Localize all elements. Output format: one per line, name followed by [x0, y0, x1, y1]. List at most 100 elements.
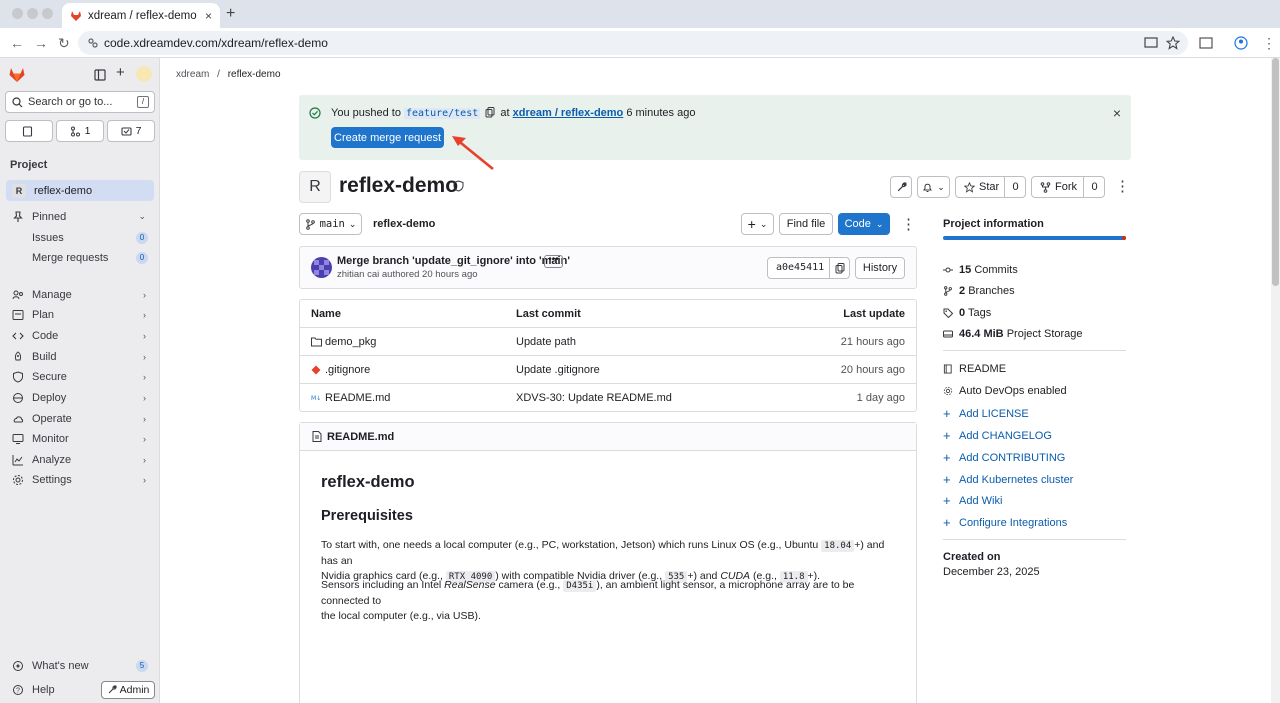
browser-tab[interactable]: xdream / reflex-demo · GitLab × — [62, 3, 220, 28]
file-commit-link[interactable]: XDVS-30: Update README.md — [516, 392, 672, 404]
push-alert: You pushed to feature/test at xdream / r… — [299, 95, 1131, 160]
repo-path-link[interactable]: reflex-demo — [373, 218, 435, 230]
sidebar-item-build[interactable]: Build › — [6, 346, 154, 367]
stat-storage[interactable]: 46.4 MiB Project Storage — [943, 328, 1083, 340]
sidebar-item-label: Deploy — [32, 391, 67, 404]
code-dropdown-button[interactable]: Code ⌄ — [838, 213, 890, 235]
copy-icon[interactable] — [485, 107, 495, 118]
forward-icon[interactable]: → — [34, 35, 48, 51]
file-commit-link[interactable]: Update .gitignore — [516, 364, 600, 376]
star-button[interactable]: Star 0 — [955, 176, 1026, 198]
alert-at: at — [500, 107, 510, 119]
cast-icon[interactable] — [1144, 36, 1158, 50]
author-avatar[interactable] — [311, 257, 332, 278]
breadcrumb-project-link[interactable]: reflex-demo — [228, 69, 281, 80]
admin-button[interactable]: Admin — [101, 681, 155, 699]
close-icon[interactable]: × — [1113, 105, 1121, 121]
find-file-button[interactable]: Find file — [779, 213, 833, 235]
branch-name: main — [319, 218, 345, 230]
sidebar-item-secure[interactable]: Secure › — [6, 366, 154, 387]
new-tab-button[interactable]: + — [226, 5, 235, 23]
add-changelog-link[interactable]: + Add CHANGELOG — [943, 428, 1052, 443]
sidebar-item-code[interactable]: Code › — [6, 325, 154, 346]
notifications-button[interactable]: ⌄ — [917, 176, 950, 198]
add-file-dropdown[interactable]: + ⌄ — [741, 213, 774, 235]
commit-message-link[interactable]: Merge branch 'update_git_ignore' into 'm… — [337, 255, 570, 267]
file-name-link[interactable]: demo_pkg — [325, 336, 376, 348]
create-merge-request-button[interactable]: Create merge request — [331, 127, 444, 148]
add-contributing-link[interactable]: + Add CONTRIBUTING — [943, 450, 1065, 465]
search-field[interactable]: Search or go to... / — [5, 91, 155, 113]
stat-branches[interactable]: 2 Branches — [943, 285, 1015, 297]
browser-menu-icon[interactable]: ⋮ — [1262, 35, 1276, 52]
table-row[interactable]: .gitignore Update .gitignore 20 hours ag… — [300, 356, 916, 384]
stat-label: Project Storage — [1006, 328, 1083, 340]
admin-wrench-button[interactable] — [890, 176, 912, 198]
create-new-icon[interactable]: + — [116, 64, 125, 81]
branch-selector[interactable]: main ⌄ — [299, 213, 362, 235]
chevron-right-icon: › — [143, 371, 146, 382]
stat-commits[interactable]: 15 Commits — [943, 264, 1018, 276]
table-row[interactable]: M↓ README.md XDVS-30: Update README.md 1… — [300, 384, 916, 412]
sidebar-item-help[interactable]: ? Help — [6, 679, 86, 700]
stat-tags[interactable]: 0 Tags — [943, 307, 991, 319]
add-license-link[interactable]: + Add LICENSE — [943, 406, 1029, 421]
sidebar-section-pinned[interactable]: Pinned ⌄ — [6, 206, 154, 227]
fork-button[interactable]: Fork 0 — [1031, 176, 1105, 198]
sidebar-item-plan[interactable]: Plan › — [6, 304, 154, 325]
commit-meta: zhitian cai authored 20 hours ago — [337, 269, 478, 280]
sidebar-item-analyze[interactable]: Analyze › — [6, 449, 154, 470]
sidebar-item-monitor[interactable]: Monitor › — [6, 428, 154, 449]
profile-icon[interactable] — [1234, 36, 1248, 50]
url-field[interactable]: code.xdreamdev.com/xdream/reflex-demo — [78, 31, 1188, 55]
history-button[interactable]: History — [855, 257, 905, 279]
commit-expand-button[interactable]: ••• — [544, 255, 563, 268]
sidebar-item-settings[interactable]: Settings › — [6, 469, 154, 490]
copy-sha-button[interactable] — [829, 258, 850, 278]
file-commit-link[interactable]: Update path — [516, 336, 576, 348]
table-row[interactable]: demo_pkg Update path 21 hours ago — [300, 328, 916, 356]
tab-search-icon[interactable] — [1199, 36, 1213, 50]
add-wiki-link[interactable]: + Add Wiki — [943, 493, 1002, 508]
bookmark-star-icon[interactable] — [1166, 36, 1180, 50]
breadcrumb-group-link[interactable]: xdream — [176, 69, 209, 80]
page-scrollbar[interactable] — [1271, 58, 1280, 703]
assigned-issues-button[interactable] — [5, 120, 53, 142]
todos-button[interactable]: 7 — [107, 120, 155, 142]
window-maximize-button[interactable] — [42, 8, 53, 19]
gitlab-logo-icon[interactable] — [8, 66, 26, 84]
readme-link[interactable]: README — [943, 363, 1006, 375]
readme-filename-link[interactable]: README.md — [327, 431, 394, 443]
site-info-icon[interactable] — [87, 37, 99, 49]
sidebar-item-issues[interactable]: Issues 0 — [6, 227, 154, 248]
commit-author[interactable]: zhitian cai — [337, 269, 379, 280]
tab-close-icon[interactable]: × — [205, 9, 212, 23]
sidebar-item-merge-requests[interactable]: Merge requests 0 — [6, 247, 154, 268]
user-avatar[interactable] — [136, 66, 152, 82]
more-actions-icon[interactable]: ⋮ — [1115, 177, 1130, 195]
alert-repo-link[interactable]: xdream / reflex-demo — [513, 107, 624, 119]
repo-more-actions-icon[interactable]: ⋮ — [901, 215, 916, 233]
page-scrollbar-thumb[interactable] — [1272, 58, 1279, 286]
window-minimize-button[interactable] — [27, 8, 38, 19]
add-kubernetes-link[interactable]: + Add Kubernetes cluster — [943, 472, 1073, 487]
back-icon[interactable]: ← — [10, 35, 24, 51]
collapse-sidebar-icon[interactable] — [94, 69, 106, 81]
file-name-link[interactable]: .gitignore — [325, 364, 370, 376]
count-badge: 5 — [136, 659, 148, 672]
sidebar-item-manage[interactable]: Manage › — [6, 284, 154, 305]
commit-sha[interactable]: a0e45411 — [776, 262, 824, 273]
file-name-link[interactable]: README.md — [325, 392, 390, 404]
configure-integrations-link[interactable]: + Configure Integrations — [943, 515, 1067, 530]
window-close-button[interactable] — [12, 8, 23, 19]
reload-icon[interactable]: ↻ — [58, 35, 70, 52]
sidebar-item-whats-new[interactable]: What's new 5 — [6, 655, 154, 676]
identicon-icon — [314, 260, 329, 275]
sidebar-item-project[interactable]: R reflex-demo — [6, 180, 154, 201]
sidebar-item-deploy[interactable]: Deploy › — [6, 387, 154, 408]
url-text: code.xdreamdev.com/xdream/reflex-demo — [104, 36, 328, 50]
find-file-label: Find file — [786, 218, 826, 230]
merge-requests-button[interactable]: 1 — [56, 120, 104, 142]
auto-devops-link[interactable]: Auto DevOps enabled — [943, 385, 1067, 397]
sidebar-item-operate[interactable]: Operate › — [6, 408, 154, 429]
